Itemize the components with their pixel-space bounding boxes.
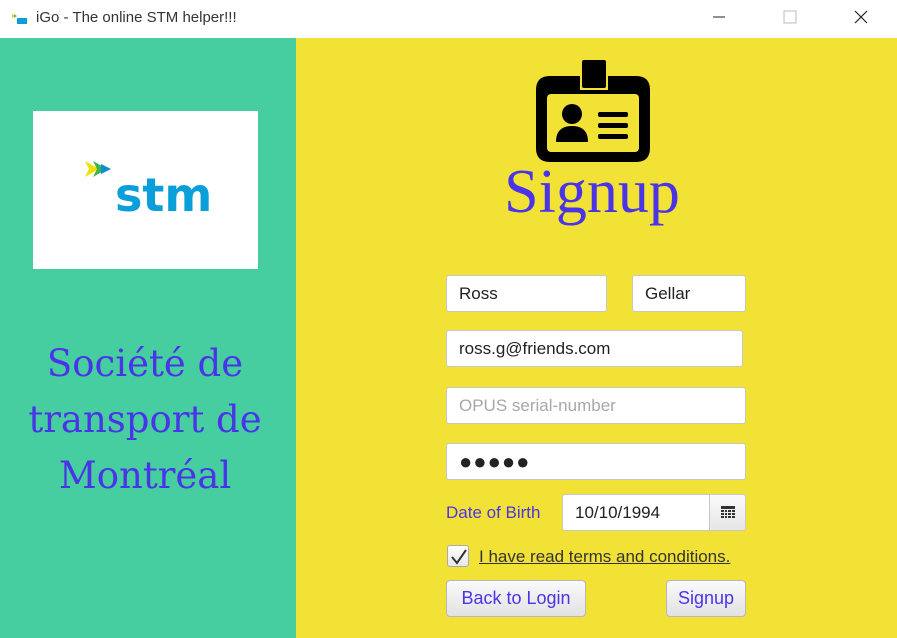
sidebar-panel: stm Société de transport de Montréal	[0, 38, 296, 638]
date-picker-button[interactable]	[709, 494, 746, 531]
terms-link[interactable]: I have read terms and conditions.	[479, 547, 730, 567]
date-of-birth-field[interactable]	[562, 494, 710, 531]
stm-logo: stm	[33, 111, 258, 269]
signup-button[interactable]: Signup	[666, 580, 746, 617]
window-title: iGo - The online STM helper!!!	[36, 9, 237, 26]
terms-checkbox[interactable]	[447, 545, 469, 567]
email-field[interactable]	[446, 330, 743, 367]
date-of-birth-label: Date of Birth	[446, 503, 541, 522]
back-to-login-button[interactable]: Back to Login	[446, 580, 586, 617]
svg-text:stm: stm	[115, 168, 210, 221]
last-name-field[interactable]	[632, 275, 746, 312]
org-name-line2: transport de	[28, 398, 262, 441]
password-field[interactable]	[446, 443, 746, 480]
minimize-button[interactable]	[696, 0, 742, 34]
minimize-icon	[713, 16, 725, 18]
id-card-icon	[536, 60, 650, 166]
org-name-line1: Société de	[46, 342, 244, 385]
opus-serial-field[interactable]	[446, 387, 746, 424]
title-bar: iGo - The online STM helper!!!	[0, 0, 897, 38]
calendar-icon	[721, 506, 735, 518]
org-name-line3: Montréal	[58, 454, 232, 497]
close-icon	[854, 10, 868, 24]
close-button[interactable]	[838, 0, 884, 34]
maximize-button[interactable]	[767, 0, 813, 34]
organization-name: Société de transport de Montréal	[0, 336, 290, 504]
first-name-field[interactable]	[446, 275, 607, 312]
maximize-icon	[783, 10, 797, 24]
checkmark-icon	[451, 549, 467, 565]
signup-panel: Signup Date of Birth I have read terms a…	[296, 38, 897, 638]
stm-logo-icon: stm	[85, 161, 210, 221]
page-title: Signup	[504, 158, 680, 226]
app-icon	[12, 11, 28, 25]
